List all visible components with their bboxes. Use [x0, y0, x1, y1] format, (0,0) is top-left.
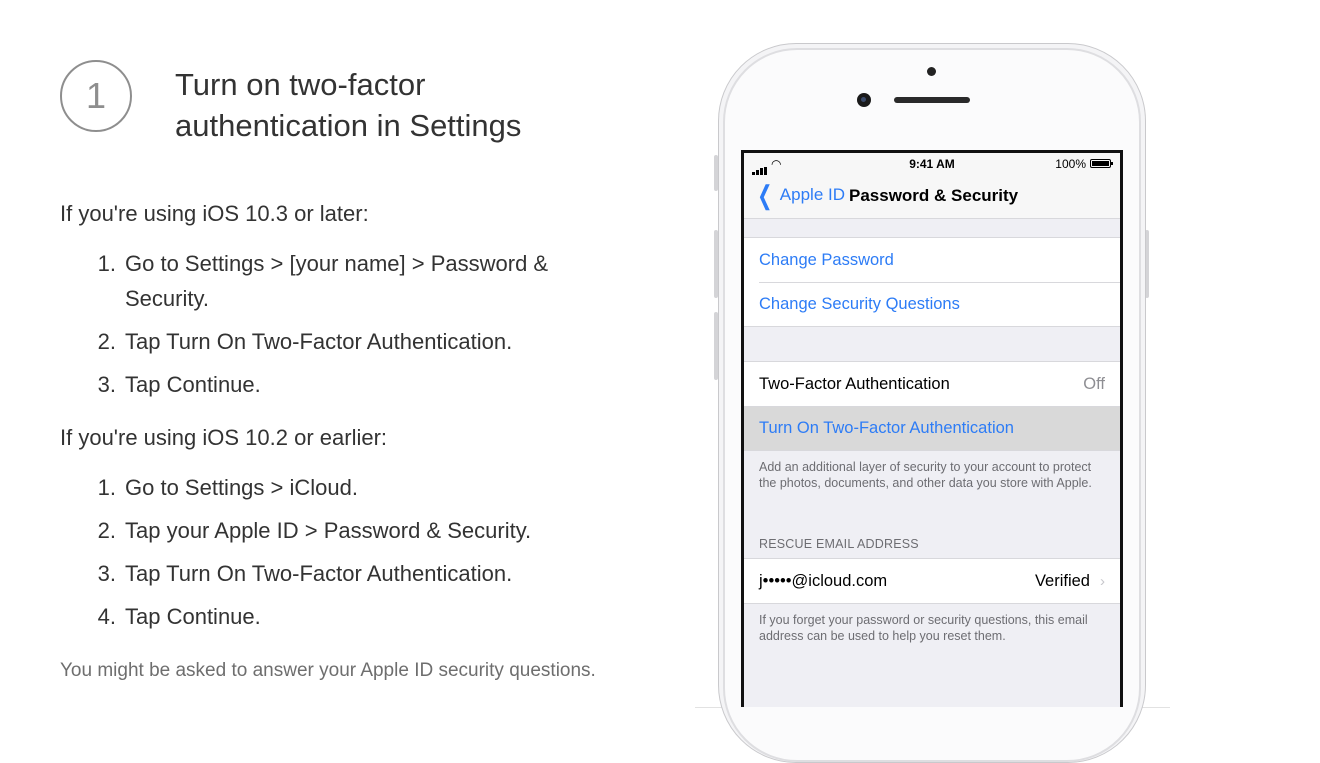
two-factor-row: Two-Factor Authentication Off: [744, 362, 1120, 406]
turn-on-two-factor-link[interactable]: Turn On Two-Factor Authentication: [759, 419, 1014, 438]
ios102-step-list: 1. Go to Settings > iCloud. 2. Tap your Ap…: [94, 470, 594, 642]
navigation-bar: ❮ Apple ID Password & Security: [744, 175, 1120, 219]
two-factor-footer: Add an additional layer of security to y…: [759, 460, 1092, 490]
list-item: 3. Tap Continue.: [97, 372, 261, 397]
list-item: 1. Go to Settings > iCloud.: [97, 475, 358, 500]
list-item: 3. Tap Turn On Two-Factor Authentication.: [97, 561, 513, 586]
list-item: 1. Go to Settings > [your name] > Passwor…: [97, 251, 549, 311]
proximity-sensor: [927, 67, 936, 76]
two-factor-label: Two-Factor Authentication: [759, 374, 950, 393]
security-questions-note: You might be asked to answer your Apple …: [60, 660, 596, 681]
ios103-step-list: 1. Go to Settings > [your name] > Passwor…: [94, 246, 594, 410]
rescue-email-address: j•••••@icloud.com: [759, 571, 888, 590]
list-item: 2. Tap Turn On Two-Factor Authentication.: [97, 329, 513, 354]
page-title: Turn on two-factor authentication in Set…: [175, 64, 615, 146]
rescue-email-footer: If you forget your password or security …: [759, 613, 1088, 643]
back-button[interactable]: ❮ Apple ID: [754, 180, 845, 210]
list-item: 4. Tap Continue.: [97, 604, 261, 629]
change-password-link[interactable]: Change Password: [759, 251, 894, 270]
front-camera-icon: [857, 93, 871, 107]
step-number-badge: 1: [60, 60, 132, 132]
chevron-left-icon: ❮: [757, 180, 773, 210]
rescue-email-status: Verified: [1034, 571, 1090, 590]
screen-title: Password & Security: [849, 186, 1019, 205]
rescue-email-header: RESCUE EMAIL ADDRESS: [759, 537, 919, 551]
rescue-email-row[interactable]: j•••••@icloud.com Verified ›: [744, 559, 1120, 603]
chevron-right-icon: ›: [1100, 572, 1105, 590]
two-factor-status: Off: [1083, 374, 1105, 393]
battery-icon: [1090, 159, 1113, 168]
title-line-1: Turn on two-factor: [175, 67, 426, 102]
change-security-questions-row[interactable]: Change Security Questions: [744, 282, 1120, 326]
ios102-intro: If you're using iOS 10.2 or earlier:: [60, 425, 388, 450]
two-factor-group: Two-Factor Authentication Off Turn On Tw…: [744, 361, 1120, 451]
password-group: Change Password Change Security Question…: [744, 237, 1120, 327]
phone-screen: ◠ 9:41 AM 100% ❮ Apple ID Password & Sec…: [741, 150, 1123, 707]
rescue-email-group: j•••••@icloud.com Verified ›: [744, 558, 1120, 604]
ios103-intro: If you're using iOS 10.3 or later:: [60, 201, 369, 226]
title-line-2: authentication in Settings: [175, 108, 522, 143]
list-item: 2. Tap your Apple ID > Password & Securit…: [97, 518, 532, 543]
change-security-questions-link[interactable]: Change Security Questions: [759, 295, 960, 314]
status-bar: ◠ 9:41 AM 100%: [744, 153, 1120, 175]
back-label: Apple ID: [779, 185, 845, 204]
turn-on-two-factor-row[interactable]: Turn On Two-Factor Authentication: [744, 406, 1120, 450]
earpiece-speaker: [894, 97, 970, 103]
battery-percent: 100%: [1055, 157, 1086, 171]
change-password-row[interactable]: Change Password: [744, 238, 1120, 282]
